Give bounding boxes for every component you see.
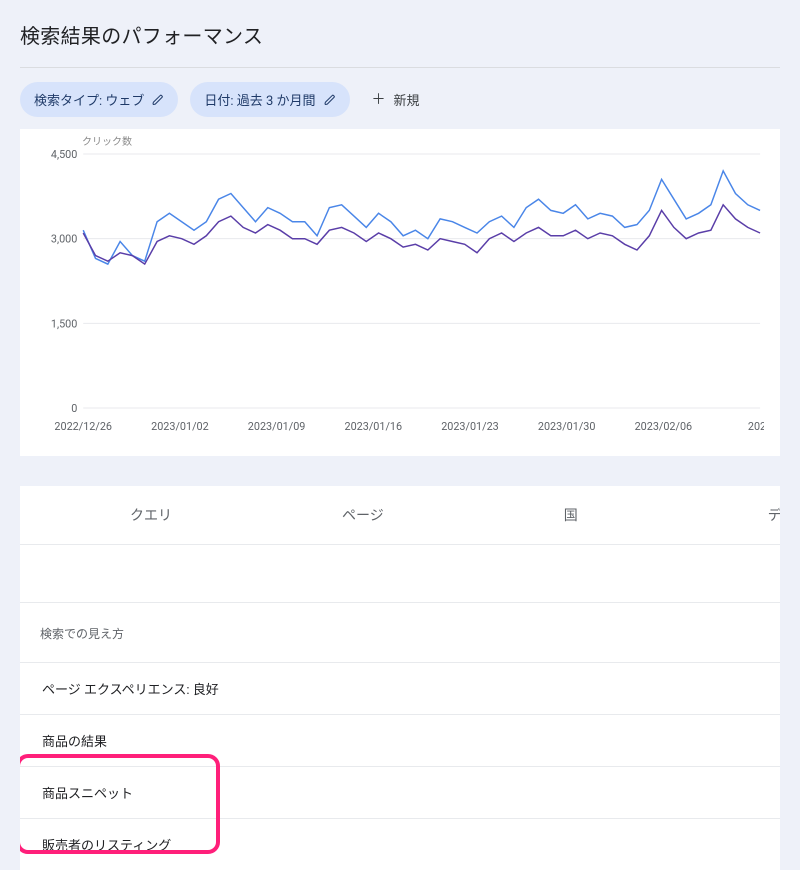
svg-text:2023/01/02: 2023/01/02 xyxy=(151,420,209,433)
add-filter-button[interactable]: ＋ 新規 xyxy=(362,82,430,117)
appearance-row-merchant-listings[interactable]: 販売者のリスティング xyxy=(20,818,780,870)
tab-queries[interactable]: クエリ xyxy=(20,505,202,525)
filter-chip-label: 検索タイプ: ウェブ xyxy=(34,90,144,109)
svg-text:4,500: 4,500 xyxy=(51,148,77,161)
filter-chip-label: 日付: 過去 3 か月間 xyxy=(204,90,315,109)
chart-plot-area: 0 1,500 3,000 4,500 2022/12/26 2023/01/02 2023… xyxy=(36,148,764,438)
empty-row xyxy=(20,544,780,602)
add-filter-label: 新規 xyxy=(394,90,420,109)
tab-devices[interactable]: デ xyxy=(608,505,780,525)
page-title: 検索結果のパフォーマンス xyxy=(0,0,800,67)
svg-text:1,500: 1,500 xyxy=(51,317,77,330)
chart-card: クリック数 0 1,500 3,000 4,500 2022/12/26 2023/01/… xyxy=(20,129,780,456)
svg-text:2023/02/06: 2023/02/06 xyxy=(635,420,693,433)
plus-icon: ＋ xyxy=(372,93,386,107)
tab-pages[interactable]: ページ xyxy=(202,505,414,525)
pencil-icon xyxy=(152,94,164,106)
svg-text:2023: 2023 xyxy=(748,420,764,433)
filter-chip-searchtype[interactable]: 検索タイプ: ウェブ xyxy=(20,82,178,117)
svg-text:2023/01/30: 2023/01/30 xyxy=(538,420,596,433)
svg-text:2023/01/23: 2023/01/23 xyxy=(441,420,499,433)
pencil-icon xyxy=(324,94,336,106)
svg-text:3,000: 3,000 xyxy=(51,233,77,246)
svg-text:0: 0 xyxy=(71,402,77,415)
appearance-section-label: 検索での見え方 xyxy=(20,602,780,662)
svg-text:2022/12/26: 2022/12/26 xyxy=(54,420,112,433)
appearance-row-product-results[interactable]: 商品の結果 xyxy=(20,714,780,766)
filter-chip-date[interactable]: 日付: 過去 3 か月間 xyxy=(190,82,349,117)
line-chart: 0 1,500 3,000 4,500 2022/12/26 2023/01/02 2023… xyxy=(36,148,764,438)
chart-subtitle: クリック数 xyxy=(36,129,764,148)
svg-text:2023/01/09: 2023/01/09 xyxy=(248,420,306,433)
appearance-row-product-snippets[interactable]: 商品スニペット xyxy=(20,766,780,818)
divider xyxy=(20,67,780,68)
svg-text:2023/01/16: 2023/01/16 xyxy=(345,420,403,433)
filter-bar: 検索タイプ: ウェブ 日付: 過去 3 か月間 ＋ 新規 xyxy=(0,82,800,129)
tab-countries[interactable]: 国 xyxy=(414,505,608,525)
appearance-row-page-experience[interactable]: ページ エクスペリエンス: 良好 xyxy=(20,662,780,714)
dimensions-panel: クエリ ページ 国 デ 検索での見え方 ページ エクスペリエンス: 良好 商品の… xyxy=(20,486,780,870)
dimension-tabs: クエリ ページ 国 デ xyxy=(20,486,780,544)
